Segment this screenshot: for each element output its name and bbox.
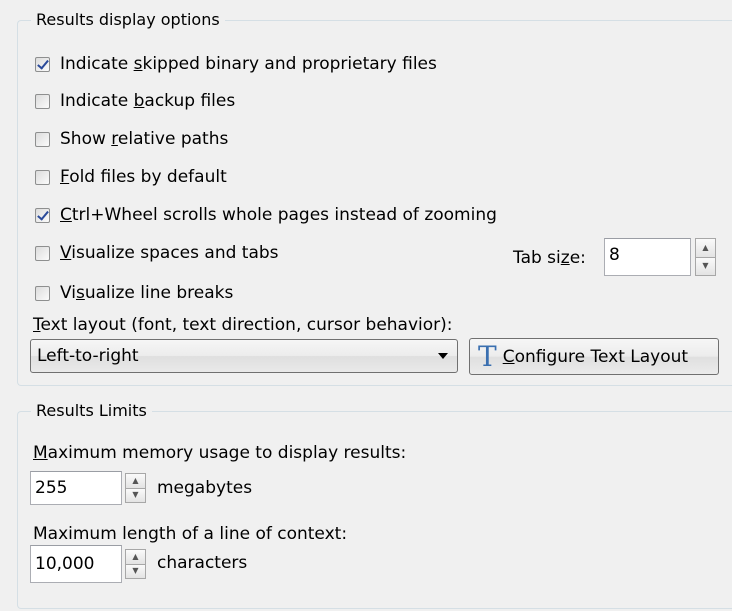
spin-down-icon[interactable]: ▼ <box>125 488 146 503</box>
configure-text-layout-button[interactable]: T Configure Text Layout <box>469 338 719 375</box>
checkbox-label: Visualize spaces and tabs <box>60 243 279 263</box>
memory-spinner[interactable]: ▲ ▼ <box>125 473 146 503</box>
options-panel: Results display options Indicate skipped… <box>0 0 732 611</box>
spin-up-icon[interactable]: ▲ <box>125 473 146 489</box>
checkbox-box[interactable] <box>35 207 50 223</box>
checkbox-label: Indicate backup files <box>60 91 236 111</box>
context-unit: characters <box>157 553 248 573</box>
context-input[interactable]: 10,000 <box>30 545 122 583</box>
checkbox-label: Indicate skipped binary and proprietary … <box>60 54 437 74</box>
memory-input[interactable]: 255 <box>30 471 122 505</box>
checkbox-label: Ctrl+Wheel scrolls whole pages instead o… <box>60 205 497 225</box>
spin-up-icon[interactable]: ▲ <box>695 238 716 258</box>
checkbox-label: Visualize line breaks <box>60 283 234 303</box>
checkbox-label: Fold files by default <box>60 167 227 187</box>
spin-up-icon[interactable]: ▲ <box>125 549 146 565</box>
checkbox-box[interactable] <box>35 245 50 261</box>
context-spinner[interactable]: ▲ ▼ <box>125 549 146 579</box>
tab-size-input[interactable]: 8 <box>604 238 691 276</box>
checkbox-visualize-line-breaks[interactable]: Visualize line breaks <box>35 283 233 303</box>
checkbox-visualize-spaces[interactable]: Visualize spaces and tabs <box>35 243 279 263</box>
results-limits-legend: Results Limits <box>31 402 152 420</box>
tab-size-label: Tab size: <box>513 248 586 268</box>
text-layout-label: Text layout (font, text direction, curso… <box>33 315 453 335</box>
dropdown-arrow-icon <box>438 353 448 359</box>
checkbox-ctrl-wheel[interactable]: Ctrl+Wheel scrolls whole pages instead o… <box>35 205 497 225</box>
checkbox-backup-files[interactable]: Indicate backup files <box>35 91 235 111</box>
spin-down-icon[interactable]: ▼ <box>125 564 146 579</box>
text-layout-dropdown[interactable]: Left-to-right <box>30 339 458 373</box>
results-limits-group <box>17 411 732 609</box>
checkbox-box[interactable] <box>35 285 50 301</box>
memory-unit: megabytes <box>157 478 253 498</box>
spin-down-icon[interactable]: ▼ <box>695 257 716 276</box>
configure-text-layout-label: Configure Text Layout <box>502 346 689 367</box>
checkbox-box[interactable] <box>35 169 50 185</box>
text-layout-selected: Left-to-right <box>37 346 139 366</box>
checkbox-box[interactable] <box>35 131 50 147</box>
checkbox-box[interactable] <box>35 56 50 72</box>
checkbox-label: Show relative paths <box>60 129 229 149</box>
results-display-legend: Results display options <box>31 11 225 29</box>
memory-label: Maximum memory usage to display results: <box>33 443 407 463</box>
checkbox-fold-files[interactable]: Fold files by default <box>35 167 227 187</box>
tab-size-spinner[interactable]: ▲ ▼ <box>695 238 716 276</box>
checkbox-relative-paths[interactable]: Show relative paths <box>35 129 228 149</box>
context-label: Maximum length of a line of context: <box>33 524 348 544</box>
text-layout-icon: T <box>478 339 497 373</box>
checkbox-box[interactable] <box>35 93 50 109</box>
checkbox-skipped-binary[interactable]: Indicate skipped binary and proprietary … <box>35 54 437 74</box>
